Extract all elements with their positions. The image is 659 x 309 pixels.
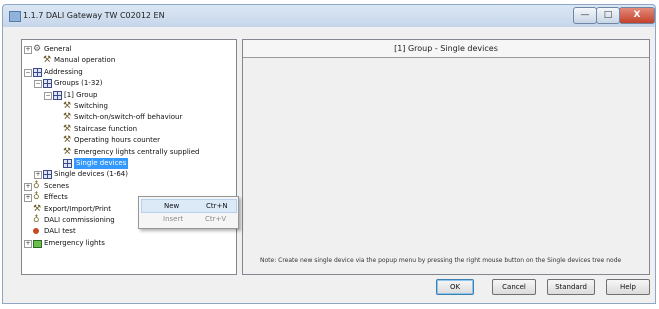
tree-item-label: Addressing	[44, 67, 83, 76]
bulb-icon: ♁	[33, 180, 40, 191]
title-bar[interactable]: 1.1.7 DALI Gateway TW C02012 EN — □ X	[2, 4, 656, 28]
parameter-tree[interactable]: + ⚙ General ⚒ Manual operation − Addressing − Gr…	[21, 39, 237, 275]
tree-item-label: DALI commissioning	[44, 216, 115, 224]
tree-item-label: Manual operation	[54, 56, 116, 65]
group-icon	[63, 159, 72, 168]
context-menu: New Ctr+N Insert Ctr+V	[138, 196, 239, 229]
bulb-icon: ♁	[33, 192, 40, 203]
context-menu-item-new[interactable]: New Ctr+N	[141, 199, 237, 213]
param-icon: ⚒	[63, 101, 72, 111]
grid-icon	[43, 170, 52, 180]
tree-item-label: Operating hours counter	[74, 136, 161, 145]
tree-expander-icon[interactable]: +	[34, 171, 42, 180]
panel-note: Note: Create new single device via the p…	[260, 257, 622, 264]
tree-item[interactable]: − Addressing	[22, 67, 234, 78]
param-icon: ⚒	[63, 123, 72, 134]
panel-title: [1] Group - Single devices	[243, 40, 649, 58]
grid-icon	[33, 67, 42, 77]
tree-item-label: Groups (1-32)	[54, 79, 103, 88]
tree-item-label: Staircase function	[74, 124, 138, 133]
parameter-panel: [1] Group - Single devices Note: Create …	[242, 39, 650, 275]
tree-item[interactable]: + ⚙ General	[22, 44, 234, 55]
tree-item[interactable]: + ♁ Scenes	[22, 181, 234, 192]
test-icon	[33, 228, 39, 235]
manual-icon: ⚒	[43, 55, 52, 66]
context-menu-item-shortcut: Ctr+N	[206, 202, 228, 210]
tree-expander-icon[interactable]: +	[24, 239, 32, 248]
app-icon	[9, 11, 21, 22]
tree-item-label: Single devices (1-64)	[54, 170, 128, 179]
tree-item[interactable]: ⚒ Switching	[22, 101, 234, 112]
tree-item[interactable]: − Groups (1-32)	[22, 78, 234, 89]
tree-item-label: Effects	[44, 193, 68, 202]
tree-item[interactable]: + Single devices (1-64)	[22, 169, 234, 180]
tree-expander-icon[interactable]: +	[24, 182, 32, 191]
param-icon: ⚒	[63, 146, 72, 157]
tree-item-label: Emergency lights centrally supplied	[74, 147, 200, 156]
tree-item[interactable]: ⚒ Switch-on/switch-off behaviour	[22, 112, 234, 123]
tree-item-label: Switching	[74, 102, 108, 110]
tree-expander-icon[interactable]: −	[34, 80, 42, 89]
param-icon: ⚒	[63, 135, 72, 146]
tree-expander-icon[interactable]: −	[44, 91, 52, 100]
tree-item[interactable]: ⚒ Manual operation	[22, 55, 234, 66]
context-menu-item-label: New	[164, 202, 180, 210]
tree-item-label: DALI test	[44, 227, 76, 236]
tree-expander-icon[interactable]: −	[24, 68, 32, 77]
tree-item[interactable]: ⚒ Operating hours counter	[22, 135, 234, 146]
close-button[interactable]: X	[619, 7, 655, 24]
param-icon: ⚒	[63, 112, 72, 123]
context-menu-item-insert[interactable]: Insert Ctr+V	[141, 213, 235, 225]
tree-item-label: Emergency lights	[44, 238, 105, 247]
tree-item[interactable]: + Emergency lights	[22, 238, 234, 249]
dialog-body: + ⚙ General ⚒ Manual operation − Addressing − Gr…	[2, 27, 656, 304]
ok-button[interactable]: OK	[436, 279, 474, 295]
export-icon: ⚒	[33, 203, 42, 214]
grid-icon	[43, 79, 52, 89]
settings-icon: ⚙	[33, 44, 42, 54]
context-menu-item-label: Insert	[163, 215, 184, 223]
tree-expander-icon[interactable]: +	[24, 194, 32, 203]
tree-item[interactable]: ⚒ Emergency lights centrally supplied	[22, 147, 234, 158]
maximize-button[interactable]: □	[596, 7, 620, 24]
tree-item[interactable]: ⚒ Staircase function	[22, 124, 234, 135]
window-title: 1.1.7 DALI Gateway TW C02012 EN	[23, 11, 165, 20]
tree-item-label: Single devices	[74, 158, 129, 169]
tree-item-label: Scenes	[44, 181, 69, 190]
tree-item-label: Switch-on/switch-off behaviour	[74, 113, 183, 122]
tree-item-label: General	[44, 45, 72, 53]
tree-expander-icon[interactable]: +	[24, 46, 32, 54]
tree-item-label: [1] Group	[64, 90, 98, 99]
application-window: 1.1.7 DALI Gateway TW C02012 EN — □ X + ⚙…	[0, 0, 659, 309]
cancel-button[interactable]: Cancel	[492, 279, 536, 295]
standard-button[interactable]: Standard	[547, 279, 595, 295]
tree-item-label: Export/Import/Print	[44, 204, 111, 213]
monitor-icon	[33, 239, 42, 248]
bulb-icon: ♁	[33, 215, 40, 225]
minimize-button[interactable]: —	[573, 7, 597, 24]
tree-item[interactable]: − [1] Group	[22, 90, 234, 101]
context-menu-item-shortcut: Ctr+V	[205, 215, 227, 223]
tree-item[interactable]: Single devices	[22, 158, 234, 169]
group-icon	[53, 90, 62, 100]
help-button[interactable]: Help	[606, 279, 650, 295]
